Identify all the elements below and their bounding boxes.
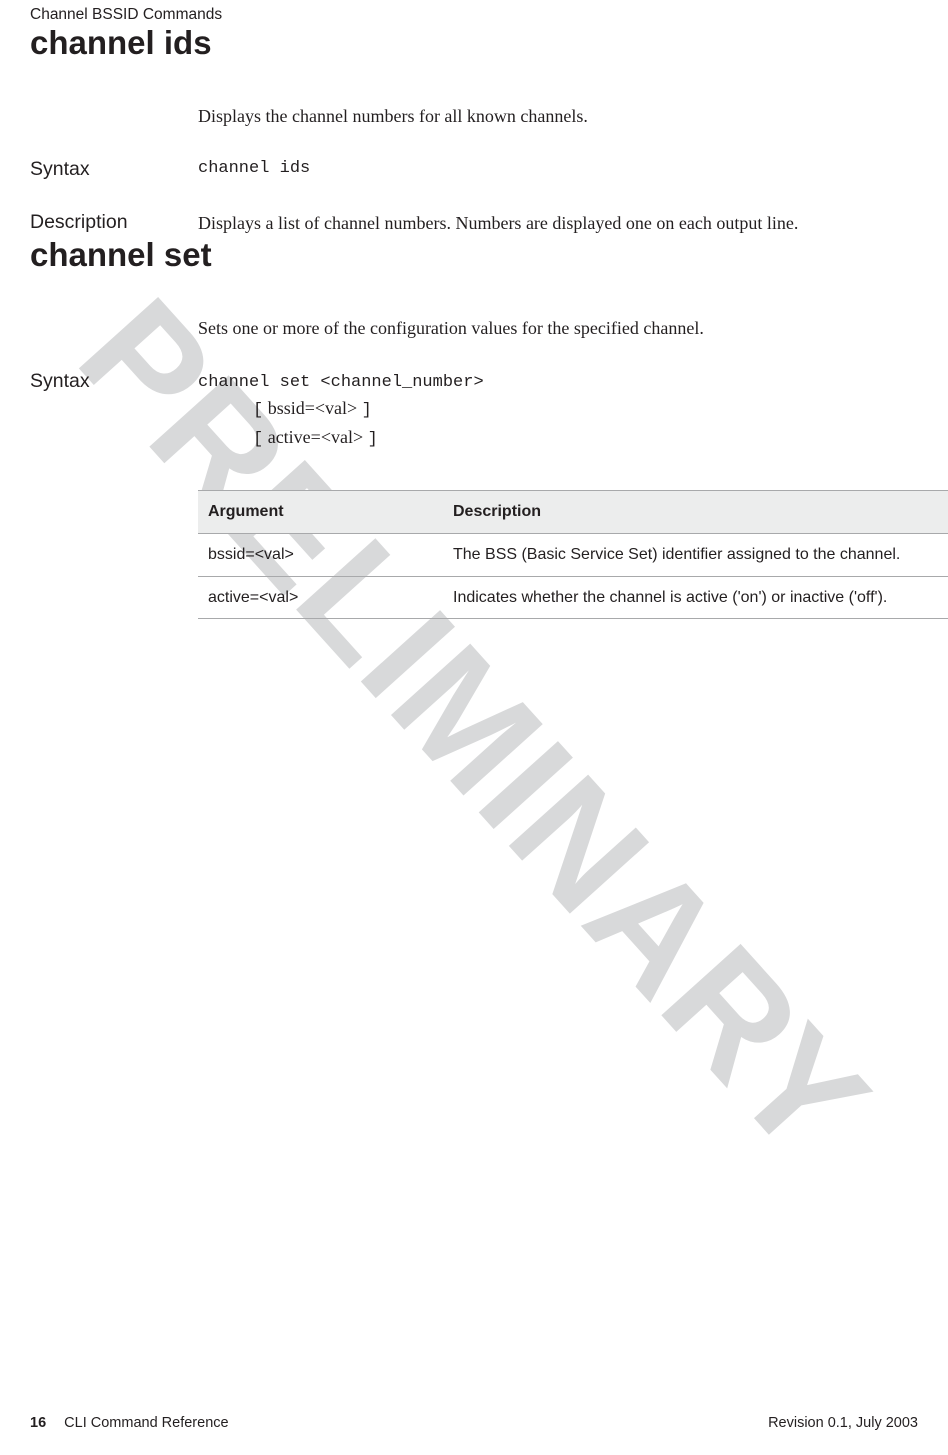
bracket-close-icon: ]	[362, 401, 372, 420]
table-header-row: Argument Description	[198, 491, 948, 534]
description-label: Description	[30, 211, 198, 234]
bracket-open-icon: [	[253, 401, 263, 420]
footer-doc-title: CLI Command Reference	[64, 1415, 228, 1431]
desc-cell: The BSS (Basic Service Set) identifier a…	[443, 533, 948, 576]
table-row: bssid=<val> The BSS (Basic Service Set) …	[198, 533, 948, 576]
arg-cell: bssid=<val>	[198, 533, 443, 576]
channel-ids-syntax: channel ids	[198, 158, 918, 181]
channel-set-syntax-line1: channel set <channel_number>	[198, 370, 948, 396]
page-number: 16	[30, 1415, 46, 1431]
desc-cell: Indicates whether the channel is active …	[443, 576, 948, 619]
table-header-argument: Argument	[198, 491, 443, 534]
channel-ids-description: Displays a list of channel numbers. Numb…	[198, 211, 918, 235]
arg-cell: active=<val>	[198, 576, 443, 619]
syntax-label: Syntax	[30, 158, 198, 181]
table-header-description: Description	[443, 491, 948, 534]
arguments-table: Argument Description bssid=<val> The BSS…	[198, 490, 948, 619]
syntax-opt-active: active=<val>	[263, 427, 367, 447]
running-header: Channel BSSID Commands	[30, 0, 918, 24]
bracket-close-icon: ]	[368, 430, 378, 449]
channel-ids-intro: Displays the channel numbers for all kno…	[198, 104, 918, 128]
table-row: active=<val> Indicates whether the chann…	[198, 576, 948, 619]
heading-channel-set: channel set	[30, 236, 918, 274]
syntax-label: Syntax	[30, 370, 198, 393]
footer-revision: Revision 0.1, July 2003	[768, 1415, 918, 1431]
heading-channel-ids: channel ids	[30, 24, 918, 62]
syntax-opt-bssid: bssid=<val>	[263, 398, 361, 418]
bracket-open-icon: [	[253, 430, 263, 449]
channel-set-intro: Sets one or more of the configuration va…	[198, 316, 918, 340]
page-footer: 16 CLI Command Reference Revision 0.1, J…	[0, 1415, 948, 1431]
